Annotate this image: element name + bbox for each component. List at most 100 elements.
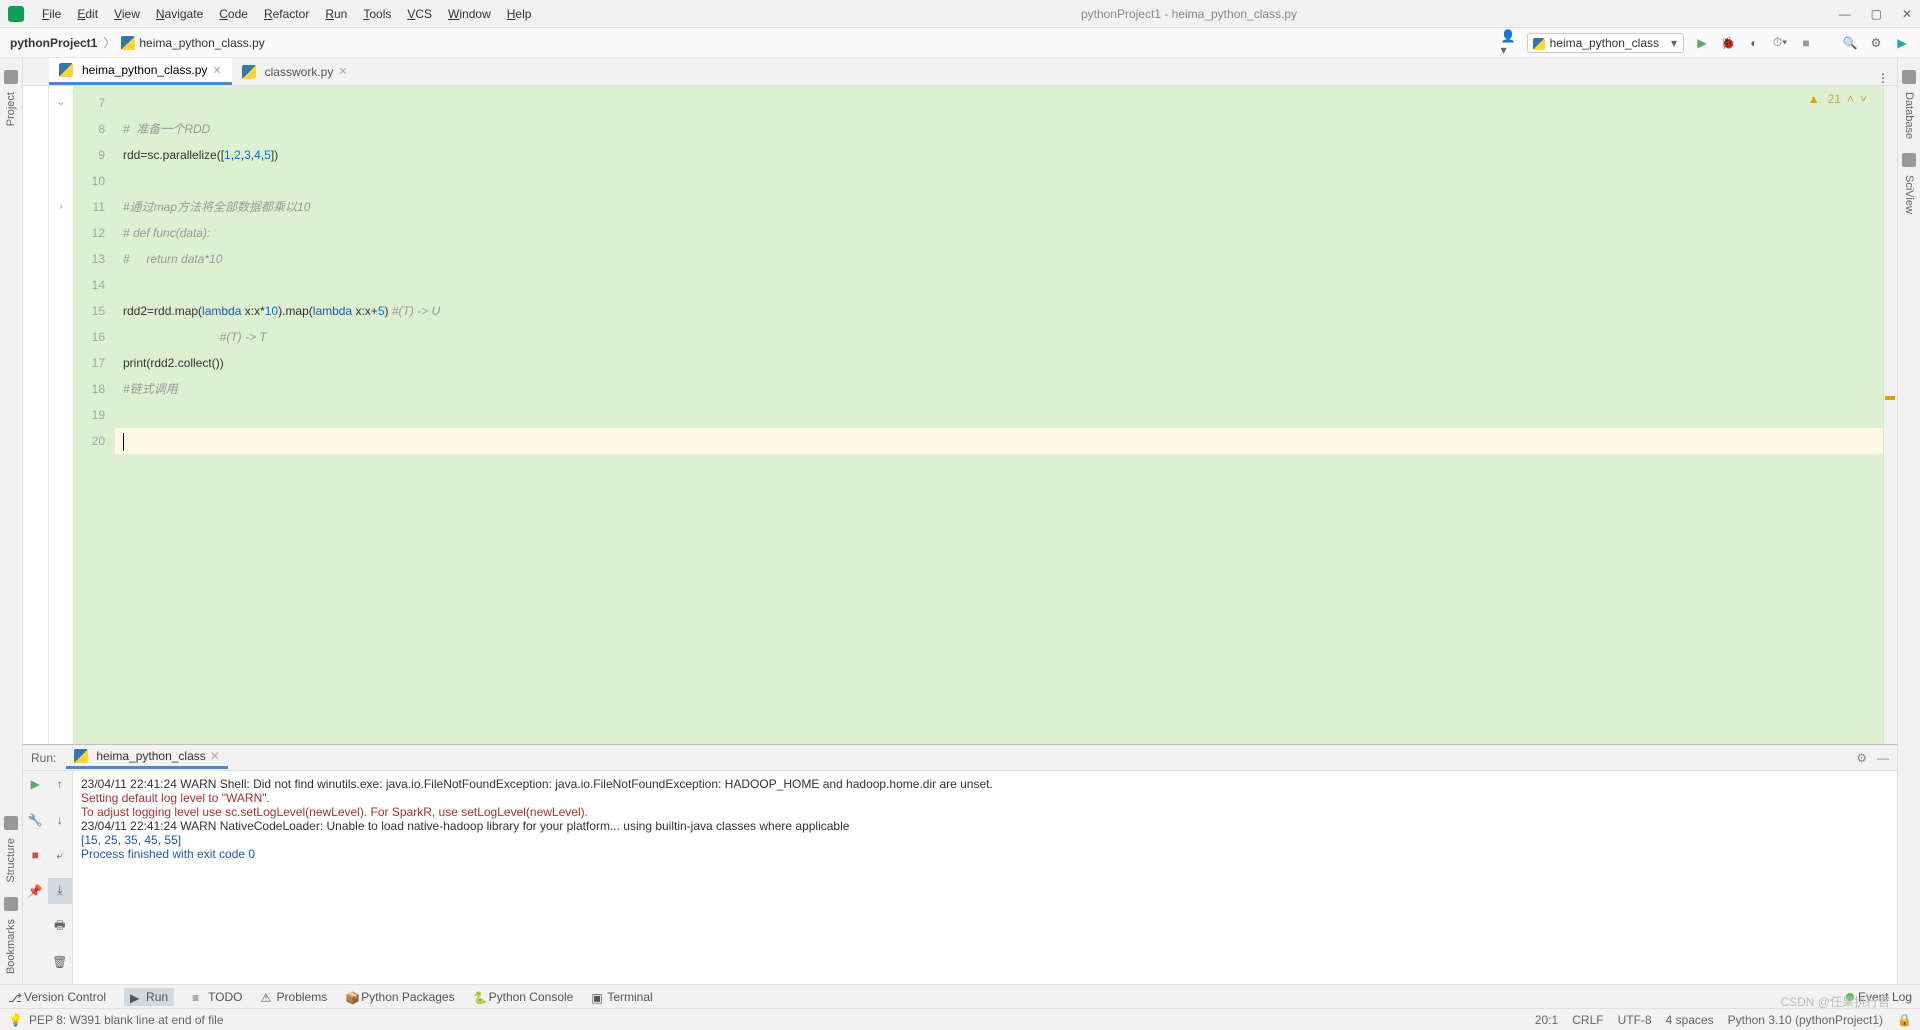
code-editor[interactable]: ⌄ › 7891011121314151617181920 21 ˄ ˅ # 准… — [23, 86, 1897, 744]
run-tool-window: Run: heima_python_class ✕ ⚙ — ▶ ↑ 🔧 ↓ ■ — [23, 744, 1897, 984]
close-icon[interactable]: ✕ — [338, 65, 347, 78]
tool-label: Run — [146, 990, 168, 1004]
menu-vcs[interactable]: VCS — [399, 7, 440, 21]
code-line[interactable] — [115, 90, 1897, 116]
delete-button[interactable]: 🗑 — [48, 949, 73, 975]
run-button[interactable]: ▶ — [1694, 35, 1710, 51]
maximize-button[interactable]: ▢ — [1871, 7, 1882, 21]
tool-label: Version Control — [24, 990, 106, 1004]
code-line[interactable]: print(rdd2.collect()) — [115, 350, 1897, 376]
settings-icon[interactable]: ⚙ — [1868, 35, 1884, 51]
structure-tool[interactable]: Structure — [5, 838, 17, 883]
structure-tool-icon[interactable] — [4, 816, 18, 830]
prev-highlight-icon[interactable]: ˄ — [1847, 92, 1854, 106]
sciview-tool-icon[interactable] — [1902, 153, 1916, 167]
code-line[interactable]: # def func(data): — [115, 220, 1897, 246]
menu-file[interactable]: File — [34, 7, 69, 21]
bottom-tool-python-console[interactable]: 🐍Python Console — [473, 988, 574, 1006]
line-separator[interactable]: CRLF — [1572, 1013, 1603, 1027]
profile-button[interactable]: ⏱▾ — [1772, 35, 1788, 51]
python-interpreter[interactable]: Python 3.10 (pythonProject1) — [1728, 1013, 1883, 1027]
bottom-tool-run[interactable]: ▶Run — [124, 988, 174, 1006]
lock-icon[interactable]: 🔒 — [1897, 1013, 1912, 1027]
soft-wrap-button[interactable]: ⤶ — [48, 842, 73, 868]
code-line[interactable]: #链式调用 — [115, 376, 1897, 402]
ide-scripts-icon[interactable]: ▶ — [1894, 35, 1910, 51]
bookmarks-tool-icon[interactable] — [4, 897, 18, 911]
close-icon[interactable]: ✕ — [212, 64, 221, 77]
console-line: [15, 25, 35, 45, 55] — [81, 833, 1889, 847]
coverage-button[interactable]: ◐ — [1746, 35, 1762, 51]
rerun-button[interactable]: ▶ — [23, 771, 48, 797]
tabs-menu-icon[interactable]: ⋮ — [1869, 71, 1897, 85]
run-tab[interactable]: heima_python_class ✕ — [66, 746, 227, 769]
menu-tools[interactable]: Tools — [355, 7, 399, 21]
edit-config-button[interactable]: 🔧 — [23, 807, 48, 833]
tool-icon: ≡ — [192, 991, 204, 1003]
menu-view[interactable]: View — [106, 7, 148, 21]
menu-refactor[interactable]: Refactor — [256, 7, 317, 21]
code-area[interactable]: 21 ˄ ˅ # 准备一个RDDrdd=sc.parallelize([1,2,… — [115, 86, 1897, 744]
bottom-tool-python-packages[interactable]: 📦Python Packages — [345, 988, 454, 1006]
menu-edit[interactable]: Edit — [69, 7, 106, 21]
close-icon[interactable]: ✕ — [210, 749, 220, 763]
run-settings-icon[interactable]: ⚙ — [1856, 751, 1867, 765]
database-tool-icon[interactable] — [1902, 70, 1916, 84]
debug-button[interactable]: 🐞 — [1720, 35, 1736, 51]
next-highlight-icon[interactable]: ˅ — [1860, 92, 1867, 106]
status-bulb-icon[interactable]: 💡 — [8, 1013, 23, 1027]
run-hide-icon[interactable]: — — [1877, 751, 1889, 765]
code-line[interactable]: # return data*10 — [115, 246, 1897, 272]
caret-position[interactable]: 20:1 — [1535, 1013, 1558, 1027]
event-log-button[interactable]: Event Log — [1858, 990, 1912, 1004]
code-line[interactable]: #通过map方法将全部数据都乘以10 — [115, 194, 1897, 220]
code-line[interactable]: rdd2=rdd.map(lambda x:x*10).map(lambda x… — [115, 298, 1897, 324]
code-line[interactable] — [115, 272, 1897, 298]
menu-run[interactable]: Run — [317, 7, 355, 21]
tool-label: Python Packages — [361, 990, 454, 1004]
run-config-selector[interactable]: heima_python_class — [1527, 33, 1684, 53]
breadcrumb-file[interactable]: heima_python_class.py — [139, 36, 264, 50]
menu-navigate[interactable]: Navigate — [148, 7, 211, 21]
bottom-tool-version-control[interactable]: ⎇Version Control — [8, 988, 106, 1006]
print-button[interactable]: 🖶 — [48, 913, 73, 939]
close-button[interactable]: ✕ — [1902, 7, 1912, 21]
menu-code[interactable]: Code — [211, 7, 256, 21]
add-user-icon[interactable]: 👤▾ — [1501, 35, 1517, 51]
database-tool[interactable]: Database — [1903, 92, 1915, 139]
editor-scrollbar[interactable] — [1883, 86, 1897, 744]
code-line[interactable] — [115, 168, 1897, 194]
menu-help[interactable]: Help — [499, 7, 540, 21]
code-line[interactable]: # 准备一个RDD — [115, 116, 1897, 142]
code-line[interactable]: #(T) -> T — [115, 324, 1897, 350]
code-line[interactable] — [115, 402, 1897, 428]
editor-tab[interactable]: classwork.py ✕ — [232, 58, 358, 85]
console-output[interactable]: 23/04/11 22:41:24 WARN Shell: Did not fi… — [73, 771, 1897, 984]
code-line[interactable] — [115, 428, 1897, 454]
inspection-widget[interactable]: 21 ˄ ˅ — [1808, 92, 1867, 106]
breadcrumb-project[interactable]: pythonProject1 — [10, 36, 97, 50]
search-icon[interactable]: 🔍 — [1842, 35, 1858, 51]
tab-label: classwork.py — [265, 65, 334, 79]
code-line[interactable]: rdd=sc.parallelize([1,2,3,4,5]) — [115, 142, 1897, 168]
bookmarks-tool[interactable]: Bookmarks — [5, 919, 17, 974]
menu-window[interactable]: Window — [440, 7, 499, 21]
pin-button[interactable]: 📌 — [23, 878, 48, 904]
file-encoding[interactable]: UTF-8 — [1618, 1013, 1652, 1027]
bottom-tool-terminal[interactable]: ▣Terminal — [591, 988, 652, 1006]
project-tool-icon[interactable] — [4, 70, 18, 84]
stop-button[interactable]: ■ — [23, 842, 48, 868]
fold-gutter[interactable]: ⌄ › — [49, 86, 73, 744]
editor-tab[interactable]: heima_python_class.py✕ — [49, 58, 232, 85]
minimize-button[interactable]: — — [1839, 7, 1851, 21]
editor-tabs: heima_python_class.py✕ classwork.py ✕ ⋮ — [23, 58, 1897, 86]
sciview-tool[interactable]: SciView — [1903, 175, 1915, 214]
run-down-button[interactable]: ↓ — [48, 807, 73, 833]
bottom-tool-todo[interactable]: ≡TODO — [192, 988, 242, 1006]
scroll-end-button[interactable]: ⤓ — [48, 878, 73, 904]
bottom-tool-problems[interactable]: ⚠Problems — [261, 988, 328, 1006]
stop-button[interactable]: ■ — [1798, 35, 1814, 51]
run-up-button[interactable]: ↑ — [48, 771, 73, 797]
indent-config[interactable]: 4 spaces — [1666, 1013, 1714, 1027]
project-tool[interactable]: Project — [5, 92, 17, 126]
